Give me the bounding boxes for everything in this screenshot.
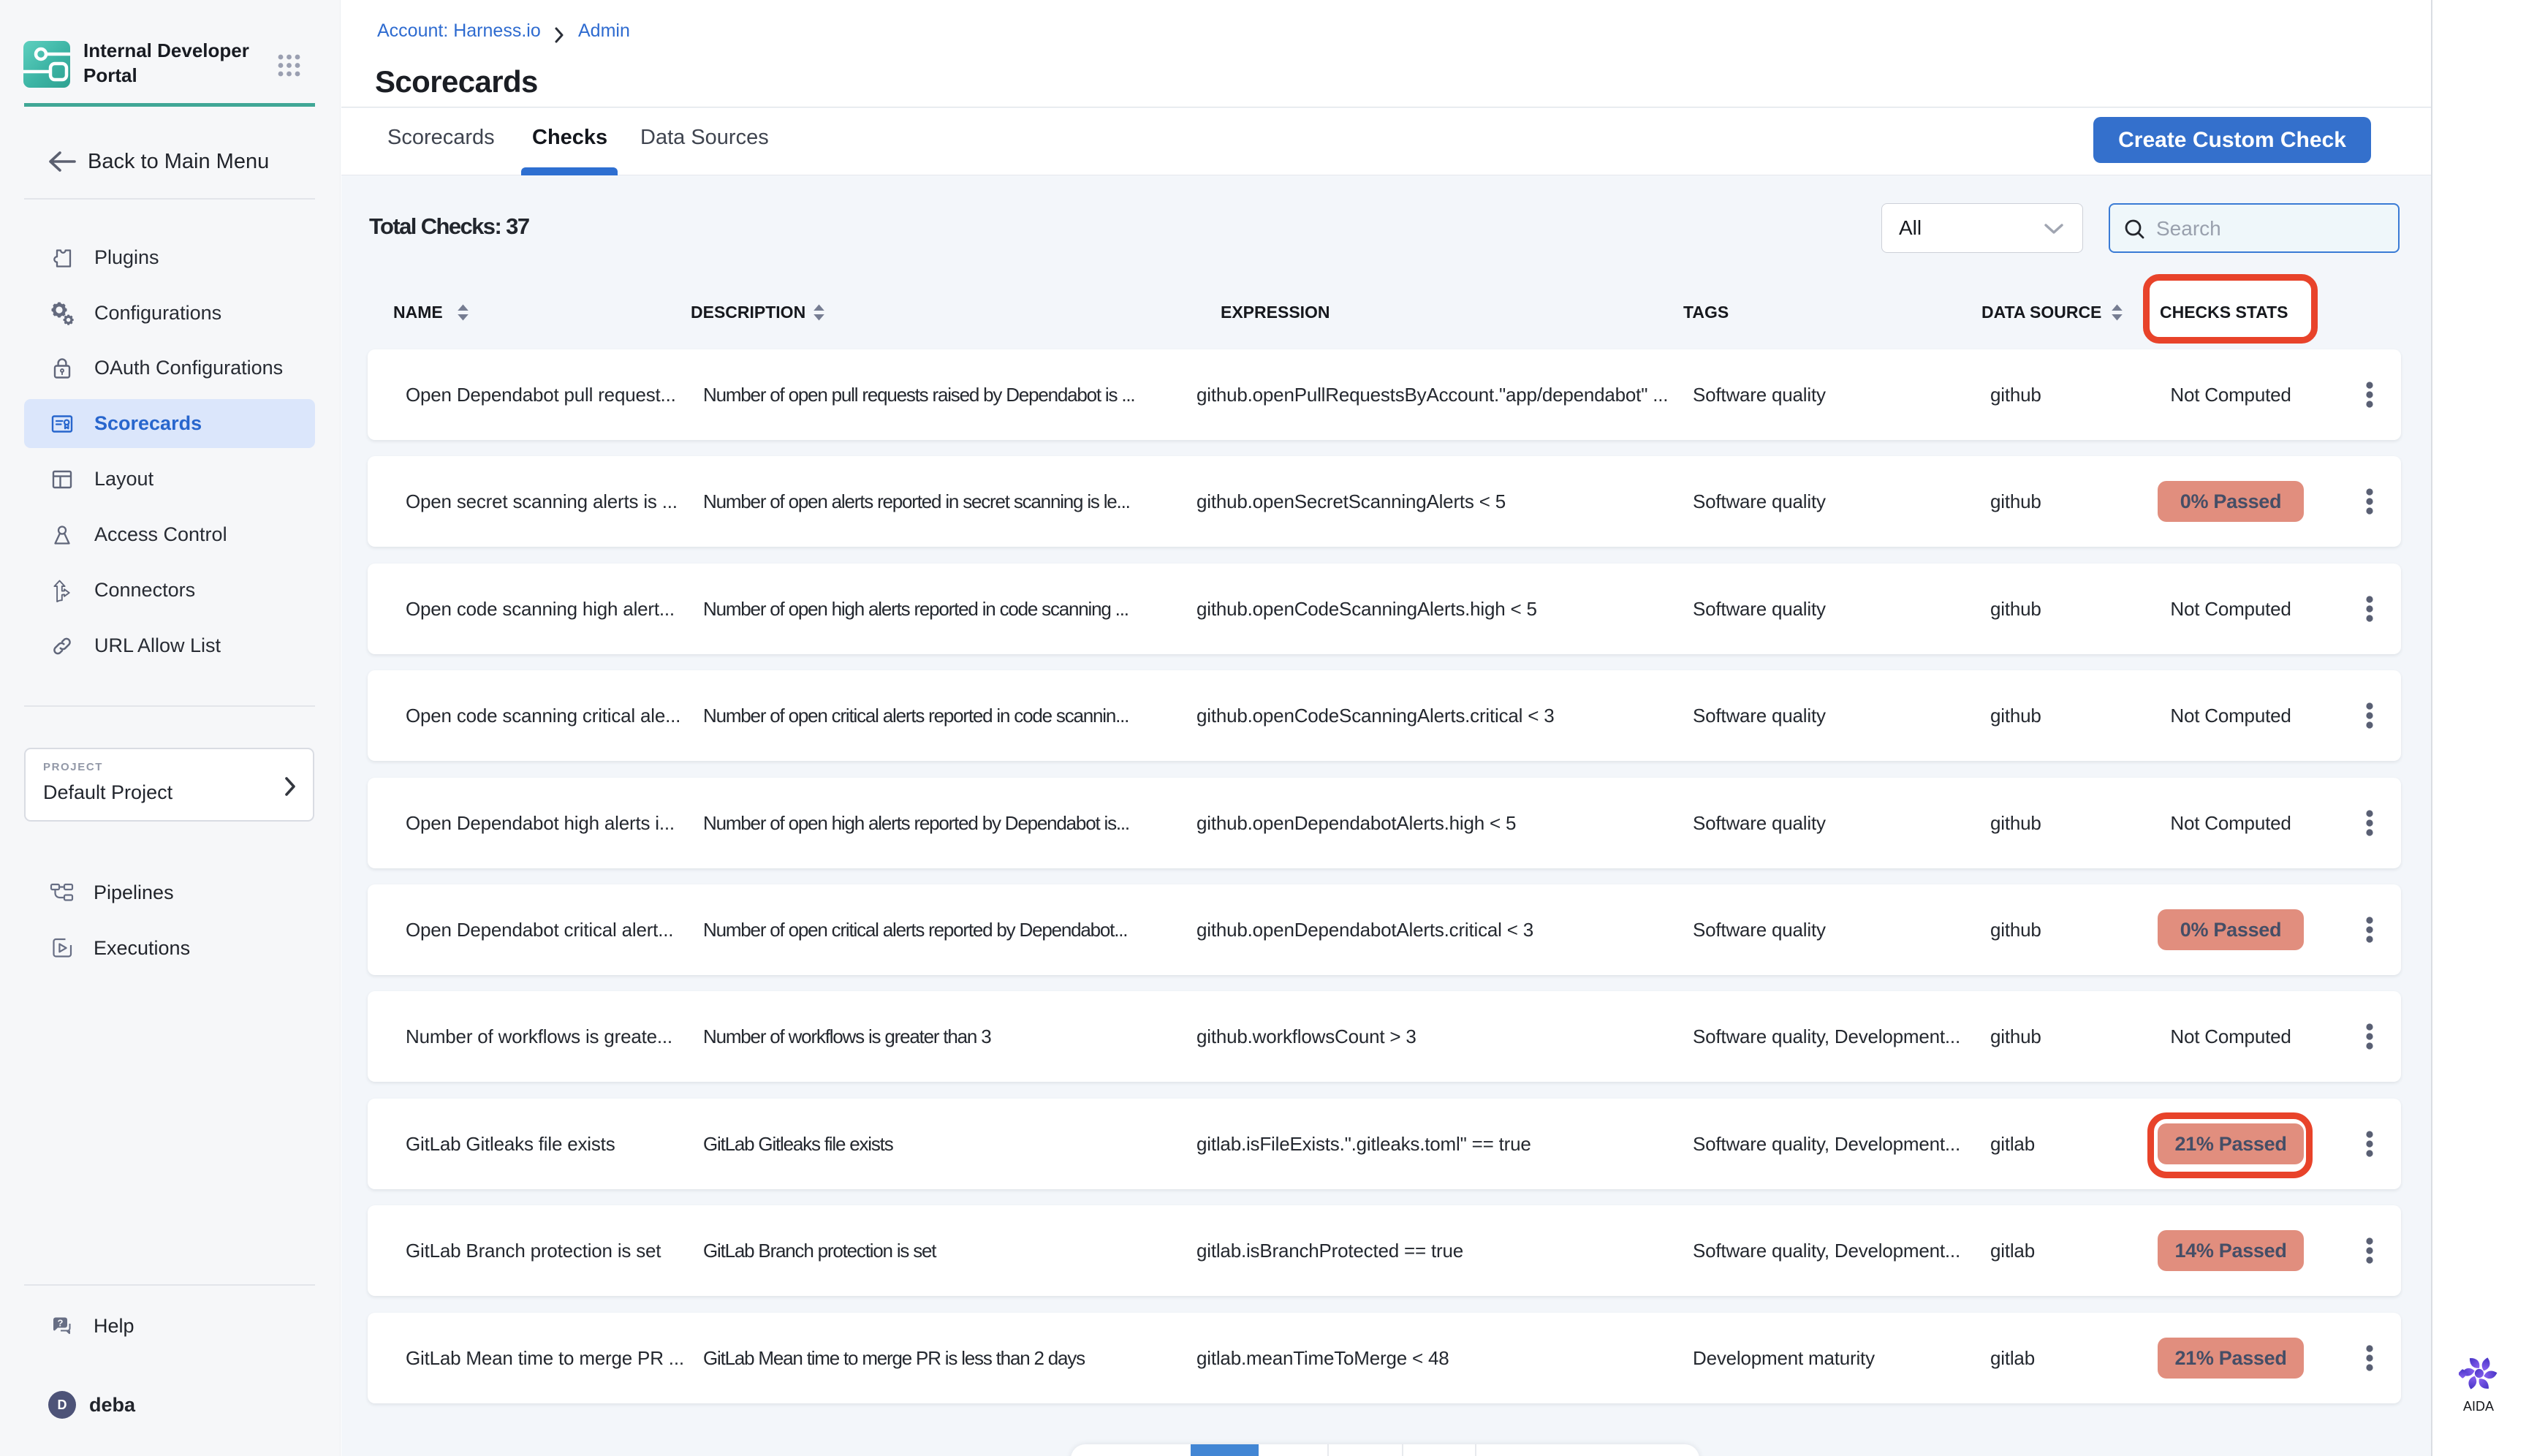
svg-text:?: ? bbox=[58, 1318, 64, 1329]
